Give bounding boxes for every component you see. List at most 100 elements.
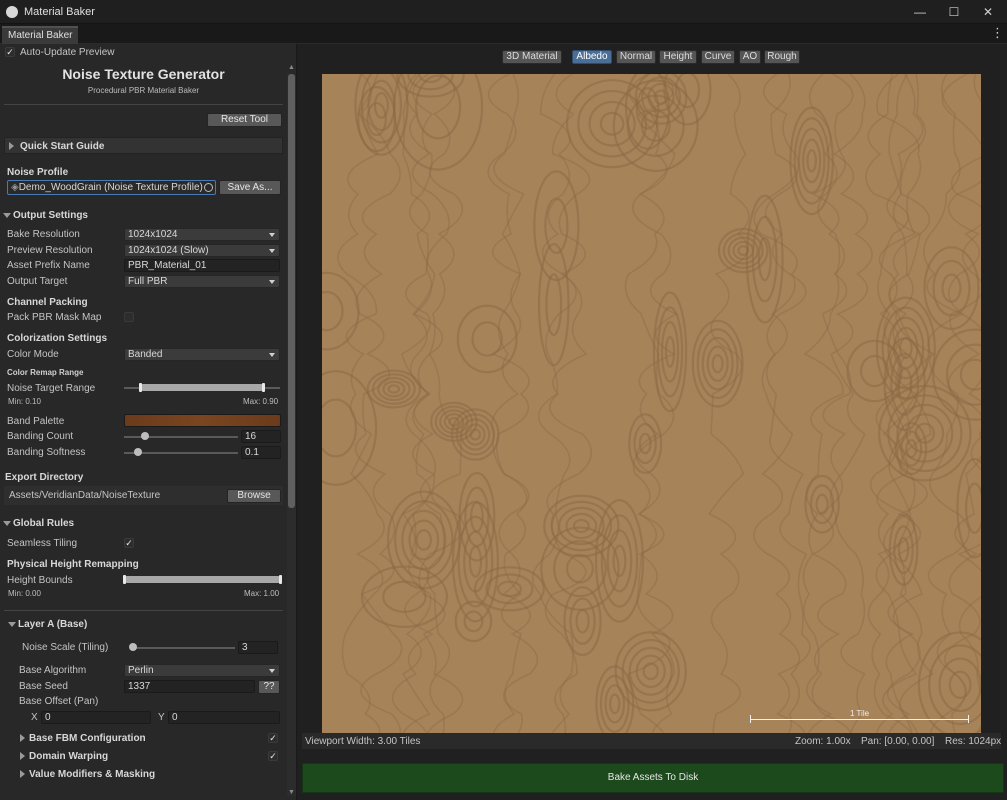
- chevron-right-icon[interactable]: [20, 734, 25, 742]
- minimize-button[interactable]: —: [906, 3, 934, 21]
- preview-resolution-dropdown[interactable]: 1024x1024 (Slow): [124, 244, 280, 257]
- tab-curve[interactable]: Curve: [701, 50, 735, 64]
- noise-target-range[interactable]: [139, 384, 265, 391]
- chevron-down-icon[interactable]: [8, 622, 16, 627]
- color-remap-header: Color Remap Range: [7, 368, 84, 377]
- grain-ring: [415, 529, 433, 551]
- scroll-up-icon[interactable]: ▲: [287, 64, 296, 73]
- color-mode-label: Color Mode: [7, 349, 59, 360]
- noise-profile-field[interactable]: ◈Demo_WoodGrain (Noise Texture Profile): [7, 180, 216, 195]
- banding-count-input[interactable]: 16: [241, 430, 281, 443]
- auto-update-label: Auto-Update Preview: [20, 47, 115, 58]
- grain-ring: [565, 553, 594, 584]
- object-picker-icon[interactable]: [204, 183, 213, 192]
- chevron-right-icon[interactable]: [20, 770, 25, 778]
- fbm-checkbox[interactable]: ✓: [268, 733, 278, 743]
- grain-line: [531, 74, 577, 733]
- offset-x-label: X: [31, 712, 38, 723]
- noise-scale-input[interactable]: 3: [238, 641, 278, 654]
- offset-x-input[interactable]: 0: [41, 711, 151, 724]
- caret-down-icon: [269, 669, 275, 673]
- range-min-handle[interactable]: [138, 383, 142, 392]
- output-settings-header[interactable]: Output Settings: [13, 210, 88, 221]
- tool-title: Noise Texture Generator: [62, 66, 225, 82]
- grain-ring: [468, 545, 483, 578]
- grain-ring: [878, 384, 972, 482]
- tab-normal[interactable]: Normal: [616, 50, 656, 64]
- grain-ring: [806, 149, 817, 173]
- fbm-config-label[interactable]: Base FBM Configuration: [29, 733, 146, 744]
- domain-warping-label[interactable]: Domain Warping: [29, 751, 108, 762]
- height-bounds-label: Height Bounds: [7, 575, 73, 586]
- browse-button[interactable]: Browse: [227, 489, 281, 503]
- tab-ao[interactable]: AO: [739, 50, 761, 64]
- grain-ring: [569, 597, 596, 645]
- value-modifiers-label[interactable]: Value Modifiers & Masking: [29, 769, 155, 780]
- bake-resolution-dropdown[interactable]: 1024x1024: [124, 228, 280, 241]
- bake-resolution-label: Bake Resolution: [7, 229, 80, 240]
- pack-mask-checkbox[interactable]: [124, 312, 134, 322]
- grain-ring: [537, 242, 570, 367]
- grain-line: [624, 74, 675, 733]
- tab-3d-material[interactable]: 3D Material: [502, 50, 562, 64]
- asset-prefix-input[interactable]: PBR_Material_01: [124, 259, 280, 272]
- colorization-header: Colorization Settings: [7, 333, 107, 344]
- reset-tool-button[interactable]: Reset Tool: [207, 113, 282, 127]
- chevron-right-icon[interactable]: [20, 752, 25, 760]
- chevron-down-icon[interactable]: [3, 213, 11, 218]
- output-target-dropdown[interactable]: Full PBR: [124, 275, 280, 288]
- title-divider: [4, 104, 283, 105]
- grain-ring: [815, 493, 829, 515]
- offset-y-input[interactable]: 0: [168, 711, 280, 724]
- grain-ring: [387, 384, 401, 394]
- base-seed-input[interactable]: 1337: [124, 680, 255, 693]
- tab-rough[interactable]: Rough: [764, 50, 800, 64]
- app-icon: [6, 6, 18, 18]
- layer-divider: [4, 610, 283, 611]
- tab-albedo[interactable]: Albedo: [572, 50, 612, 64]
- close-button[interactable]: ✕: [974, 3, 1002, 21]
- texture-preview[interactable]: [322, 74, 981, 733]
- base-seed-label: Base Seed: [19, 681, 68, 692]
- banding-softness-knob[interactable]: [134, 448, 142, 456]
- grain-line: [764, 74, 811, 733]
- pan-label: Pan: [0.00, 0.00]: [861, 736, 935, 747]
- global-rules-header[interactable]: Global Rules: [13, 518, 74, 529]
- height-min-handle[interactable]: [123, 575, 126, 584]
- channel-packing-header: Channel Packing: [7, 297, 88, 308]
- output-target-label: Output Target: [7, 276, 68, 287]
- viewport-width-label: Viewport Width: 3.00 Tiles: [305, 736, 421, 747]
- noise-scale-track[interactable]: [130, 647, 235, 649]
- randomize-seed-button[interactable]: ??: [258, 680, 280, 694]
- range-max-handle[interactable]: [262, 383, 266, 392]
- save-as-button[interactable]: Save As...: [219, 180, 281, 195]
- tab-height[interactable]: Height: [659, 50, 697, 64]
- seamless-label: Seamless Tiling: [7, 538, 78, 549]
- banding-softness-input[interactable]: 0.1: [241, 446, 281, 459]
- tab-material-baker[interactable]: Material Baker: [2, 26, 79, 44]
- resolution-label: Res: 1024px: [945, 736, 1002, 747]
- noise-profile-header: Noise Profile: [7, 167, 69, 178]
- grain-line: [405, 74, 451, 733]
- maximize-button[interactable]: ☐: [940, 3, 968, 21]
- banding-count-knob[interactable]: [141, 432, 149, 440]
- auto-update-checkbox[interactable]: ✓: [5, 47, 15, 57]
- chevron-down-icon[interactable]: [3, 521, 11, 526]
- height-max-handle[interactable]: [279, 575, 282, 584]
- layer-a-header[interactable]: Layer A (Base): [18, 619, 87, 630]
- scroll-down-icon[interactable]: ▼: [287, 789, 296, 798]
- seamless-checkbox[interactable]: ✓: [124, 538, 134, 548]
- bake-assets-button[interactable]: Bake Assets To Disk: [302, 763, 1004, 793]
- export-directory-header: Export Directory: [5, 472, 84, 483]
- height-bounds-range[interactable]: [124, 576, 281, 583]
- base-algorithm-dropdown[interactable]: Perlin: [124, 664, 280, 677]
- noise-scale-knob[interactable]: [129, 643, 137, 651]
- panel-scrollbar[interactable]: [287, 74, 296, 796]
- color-mode-dropdown[interactable]: Banded: [124, 348, 280, 361]
- banding-count-label: Banding Count: [7, 431, 74, 442]
- scrollbar-thumb[interactable]: [288, 74, 295, 508]
- warp-checkbox[interactable]: ✓: [268, 751, 278, 761]
- band-palette-gradient[interactable]: [124, 414, 281, 427]
- kebab-menu-icon[interactable]: ⋮: [991, 26, 1004, 42]
- tool-subtitle: Procedural PBR Material Baker: [87, 86, 200, 95]
